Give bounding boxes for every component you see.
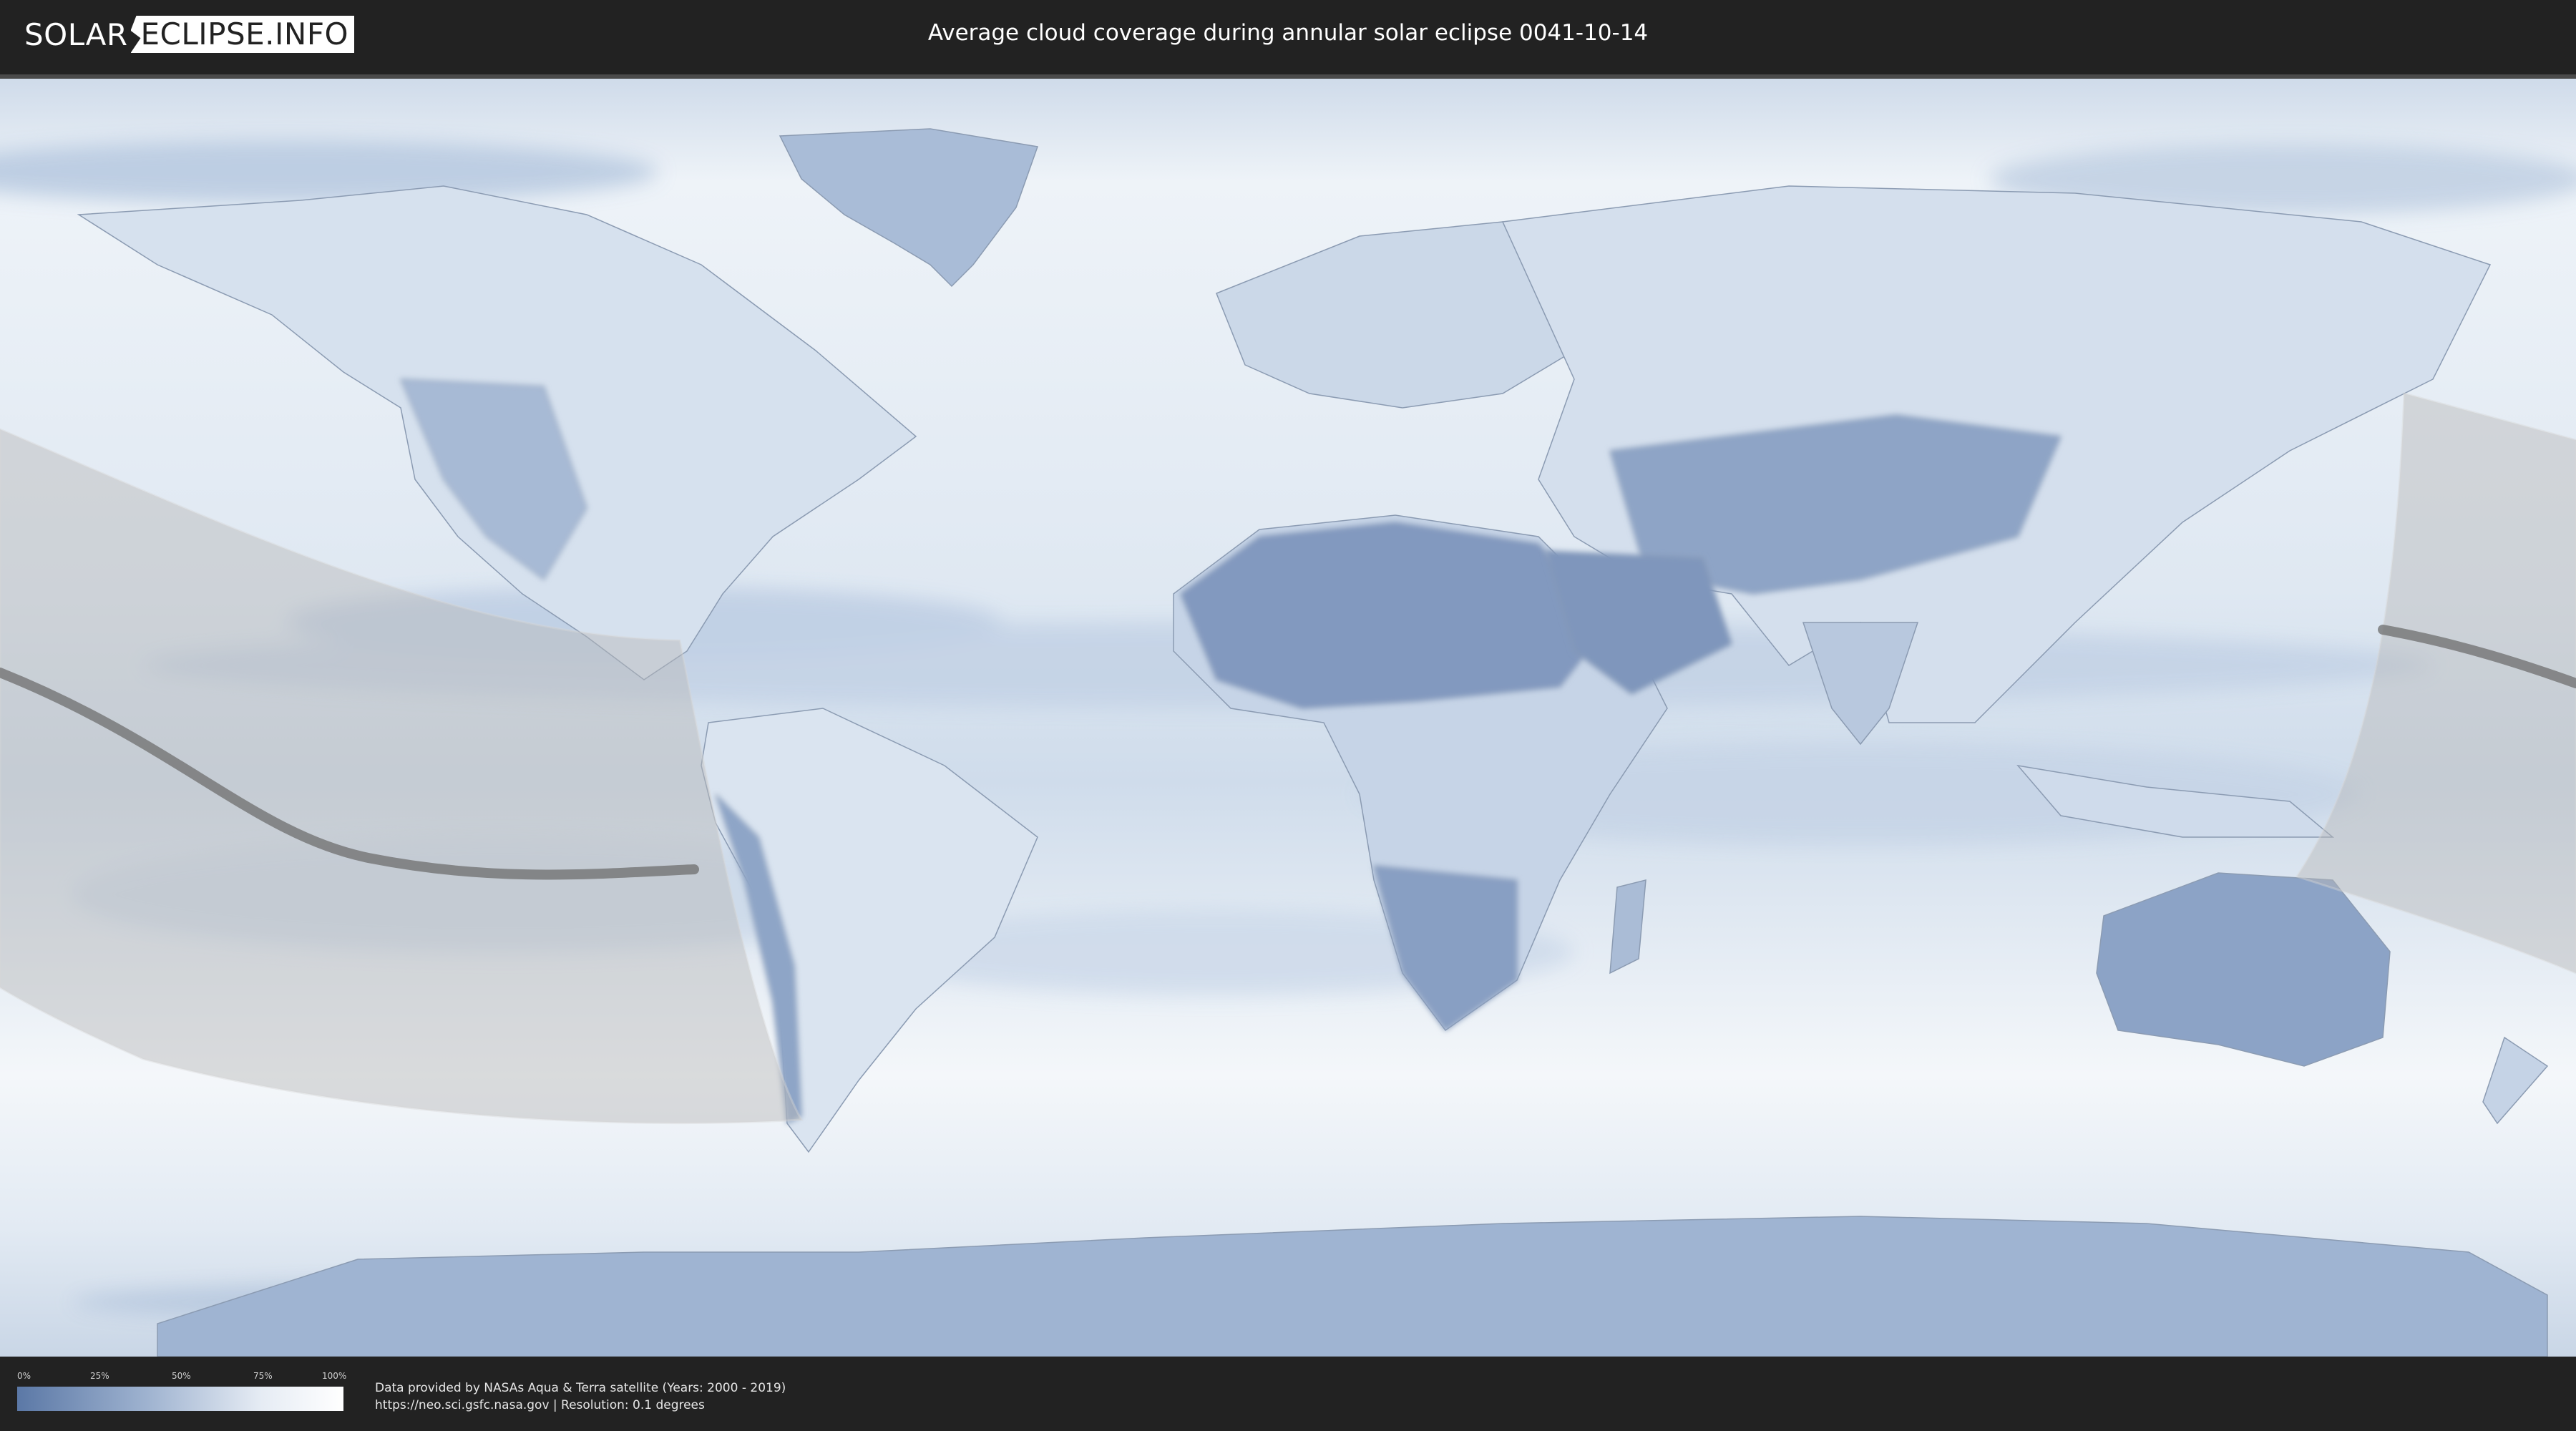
world-cloud-map[interactable] bbox=[0, 79, 2576, 1357]
page-title: Average cloud coverage during annular so… bbox=[927, 20, 1649, 46]
legend-tick-50: 50% bbox=[172, 1371, 191, 1381]
data-credits: Data provided by NASAs Aqua & Terra sate… bbox=[375, 1379, 786, 1414]
map-container[interactable] bbox=[0, 74, 2576, 1357]
legend-tick-100: 100% bbox=[322, 1371, 347, 1381]
legend-gradient-bar bbox=[17, 1387, 343, 1411]
footer-bar: 0% 25% 50% 75% 100% Data provided by NAS… bbox=[0, 1357, 2576, 1431]
credits-line-url[interactable]: https://neo.sci.gsfc.nasa.gov | Resoluti… bbox=[375, 1397, 786, 1414]
legend-tick-75: 75% bbox=[253, 1371, 273, 1381]
credits-line-source: Data provided by NASAs Aqua & Terra sate… bbox=[375, 1381, 786, 1395]
legend-tick-0: 0% bbox=[17, 1371, 31, 1381]
header-bar: SOLAR ECLIPSE.INFO Average cloud coverag… bbox=[0, 0, 2576, 72]
cloud-coverage-legend: 0% 25% 50% 75% 100% bbox=[17, 1371, 347, 1414]
legend-tick-25: 25% bbox=[90, 1371, 109, 1381]
